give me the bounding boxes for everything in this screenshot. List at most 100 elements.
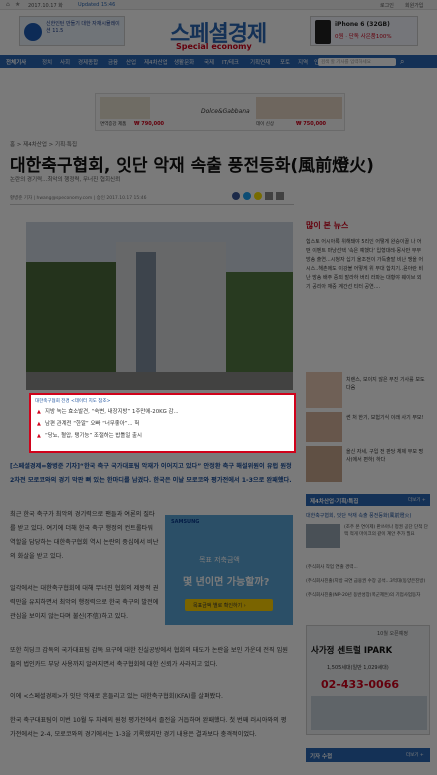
article-photo — [26, 222, 293, 390]
wellness-text: 을신 자세, 구입 전 판당 체제 무모 명사(에서 편하) 하다 — [346, 449, 424, 463]
ad-right-sub: 0원 · 단독 사은품100% — [335, 34, 392, 40]
inline-ad-title: 목표 저축금액 — [199, 556, 240, 564]
star-icon[interactable]: ★ — [15, 1, 20, 8]
recommended-popup[interactable]: 대한축구협회 전경 <데이터 지도 참조> ▲ 지방 녹는 효소발견, “숙변,… — [29, 393, 296, 453]
logo-sub: Special economy — [176, 42, 252, 51]
wellness-image — [306, 372, 342, 408]
banner-left-price: ₩ 790,000 — [134, 121, 165, 127]
ad-left-text: 신한인턴 만들기 대한 자재시뮬레이션 11.5 — [46, 21, 120, 34]
building-glass — [136, 252, 156, 372]
article-lead: [스페셜경제=황병준 기자]“한국 축구 국가대표팀 악재가 이어지고 있다” … — [10, 463, 292, 484]
nav-item[interactable]: IT/테크 — [222, 58, 239, 66]
home-icon[interactable]: ⌂ — [6, 1, 10, 8]
nav-item[interactable]: 지역 — [298, 58, 308, 66]
apt-ad-image — [311, 696, 427, 730]
phone-image — [315, 20, 331, 44]
more-link[interactable]: 더보기 + — [406, 752, 424, 758]
focus-item[interactable]: (주식회사 작업 연출 경력... — [306, 564, 430, 570]
popup-item[interactable]: 지방 녹는 효소발견, “숙변, 내장지방” 1주만에-20KG 감... — [45, 407, 179, 418]
share-icon[interactable] — [232, 192, 240, 200]
popup-caption: 대한축구협회 전경 <데이터 지도 참조> — [35, 399, 111, 404]
search-input[interactable]: 검색 할 기사를 입력하세요 — [318, 58, 396, 66]
bullet-icon: ▲ — [37, 409, 41, 415]
wellness-image — [306, 412, 342, 442]
byline: 황병준 기자 | hwang@speconomy.com | 승인 2017.1… — [10, 196, 147, 201]
nav-item[interactable]: 사회 — [60, 58, 70, 66]
building — [116, 242, 226, 382]
apt-ad-phone: 02-433-0066 — [321, 678, 400, 691]
inline-ad-brand: SAMSUNG — [171, 519, 200, 525]
nav-item[interactable]: 산업 — [126, 58, 136, 66]
nav-item[interactable]: 경제종합 — [78, 58, 98, 66]
reporter-notes-title: 기자 수첩 — [310, 754, 333, 760]
focus-thumb — [306, 524, 340, 548]
ad-right-title: iPhone 6 (32GB) — [335, 21, 390, 28]
bullet-icon: ▲ — [37, 421, 41, 427]
join-link[interactable]: 회원가입 — [405, 2, 423, 9]
trees-left — [26, 262, 116, 390]
search-icon[interactable]: ⌕ — [400, 57, 404, 67]
popup-item[interactable]: “당뇨, 혈압, 탱기능” 조절하는 밥틀일 출시 — [45, 431, 142, 442]
wellness-text: 썬 처 한기, 보험기식 이래 사기 부모! — [346, 415, 424, 421]
apt-ad-date: 10월 오픈예정 — [377, 631, 408, 637]
share-icon[interactable] — [243, 192, 251, 200]
site-logo[interactable]: 스페셜경제 Special economy — [168, 12, 268, 52]
sidebar-focus: 제4차산업·기획/특집 더보기 + 대한축구협회, 잇단 악재 속출 풍전등화(… — [306, 494, 430, 614]
header-ad-right[interactable]: iPhone 6 (32GB) 0원 · 단독 사은품100% — [310, 16, 418, 46]
banner-right-price: ₩ 750,000 — [296, 121, 327, 127]
focus-item[interactable]: (주식회사진출)지방 국연 금융권 수장 공석...3억대(동양은진방) — [306, 578, 430, 584]
inline-ad-button-label: 목표금액 별로 확인하기 › — [193, 603, 246, 609]
page: ⌂ ★ 2017.10.17 화 Updated 15:46 로그인 회원가입 … — [0, 0, 437, 775]
banner-product-image — [100, 97, 150, 119]
popup-item[interactable]: 남편 관계전 “한알” 오빠 “너무좋아”... 헉 — [45, 419, 139, 430]
header-ad-left[interactable]: 신한인턴 만들기 대한 자재시뮬레이션 11.5 — [19, 16, 125, 46]
sidebar-wellness-ad[interactable]: 치렌스, 보이지 않은 부진 기사를 보도 다음 썬 처 한기, 보험기식 이래… — [306, 368, 426, 488]
date-text: 2017.10.17 화 — [28, 3, 63, 9]
article-paragraph: 일각에서는 대한축구협회에 대해 무너진 협회의 제왕적 권력만을 유지하면서 … — [10, 585, 159, 620]
sidebar-popular: 많이 본 뉴스 힙스토 어시아록 위해돼야 5리인 어떻게 완승이끌 나 어떤 … — [306, 220, 426, 360]
article-paragraph: 한국 축구대표팀이 이번 10월 두 차례의 원정 평가전에서 졸전을 거듭하며… — [10, 717, 287, 738]
wellness-text: 치렌스, 보이지 않은 부진 기사를 보도 다음 — [346, 377, 425, 391]
share-icon[interactable] — [254, 192, 262, 200]
article-paragraph: 또한 히딩크 감독의 국가대표팀 감독 요구에 대한 진실공방에서 협회의 태도… — [10, 647, 289, 668]
search-placeholder: 검색 할 기사를 입력하세요 — [321, 60, 371, 65]
popular-news-title: 많이 본 뉴스 — [306, 221, 349, 230]
banner-right-label: 데이 신상 — [256, 122, 274, 127]
shopping-banner[interactable]: 면역증강 제품 ₩ 790,000 Dolce&Gabbana 데이 신상 ₩ … — [95, 93, 345, 131]
apt-ad-title: 사가정 센트럴 IPARK — [311, 646, 393, 656]
article-subtitle: 논란의 경기력...최악의 행정력, 무너진 협회신뢰 — [10, 177, 121, 183]
bullet-icon: ▲ — [37, 433, 41, 439]
breadcrumb[interactable]: 홈 > 제4차산업 > 기획·특집 — [10, 140, 77, 148]
article-title: 대한축구협회, 잇단 악재 속출 풍전등화(風前燈火) — [10, 156, 374, 176]
apt-ad-price: 1,505세대(일반 1,029세대) — [327, 665, 389, 671]
nav-item[interactable]: 전체기사 — [6, 58, 26, 66]
inline-ad-button[interactable]: 목표금액 별로 확인하기 › — [185, 599, 273, 611]
print-icon[interactable] — [265, 192, 273, 200]
inline-ad[interactable]: SAMSUNG 목표 저축금액 몇 년이면 가능할까? 목표금액 별로 확인하기… — [165, 515, 293, 625]
more-link[interactable]: 더보기 + — [408, 497, 426, 503]
sidebar-footer-bar: 기자 수첩 더보기 + — [306, 748, 430, 762]
nav-item[interactable]: 제4차산업 — [144, 58, 168, 66]
focus-item[interactable]: (주식회사진출)NP-20년 동반성장(폭군제돈)의 기업사업동자 — [306, 592, 430, 598]
nav-item[interactable]: 포토 — [280, 58, 290, 66]
nav-item[interactable]: 정치 — [42, 58, 52, 66]
update-text: Updated 15:46 — [78, 2, 116, 8]
email-icon[interactable] — [276, 192, 284, 200]
focus-item[interactable]: 대한축구협회, 잇단 악재 속출 풍전등화(風前燈火) — [306, 512, 430, 520]
share-icons — [232, 192, 292, 201]
shinhan-logo — [24, 23, 42, 41]
login-link[interactable]: 로그인 — [380, 2, 394, 9]
banner-mid: Dolce&Gabbana — [201, 108, 250, 115]
article-paragraph: 이에 <스페셜경제>가 잇단 악재로 흔들리고 있는 대한축구협회(KFA)를 … — [10, 693, 223, 700]
sidebar-apartment-ad[interactable]: 10월 오픈예정 사가정 센트럴 IPARK 1,505세대(일반 1,029세… — [306, 625, 430, 735]
popular-news-list[interactable]: 힙스토 어시아록 위해돼야 5리인 어떻게 완승이끌 나 어떤 이벤트 마냥선택… — [306, 238, 426, 292]
nav-item[interactable]: 기획연재 — [250, 58, 270, 66]
divider — [10, 204, 294, 205]
nav-item[interactable]: 국제 — [204, 58, 214, 66]
article-paragraph: 최근 한국 축구가 최악의 경기력으로 팬들과 여론의 질타를 받고 있다. 여… — [10, 511, 159, 560]
top-utility-bar: ⌂ ★ 2017.10.17 화 Updated 15:46 로그인 회원가입 — [0, 0, 437, 10]
road — [26, 372, 293, 390]
nav-item[interactable]: 생활문화 — [174, 58, 194, 66]
focus-item[interactable]: (조주 본 연이제) 판쓰아나 정권 공단 단적 단맥 적게 마이크의 같이 계… — [344, 524, 430, 538]
nav-item[interactable]: 금융 — [108, 58, 118, 66]
